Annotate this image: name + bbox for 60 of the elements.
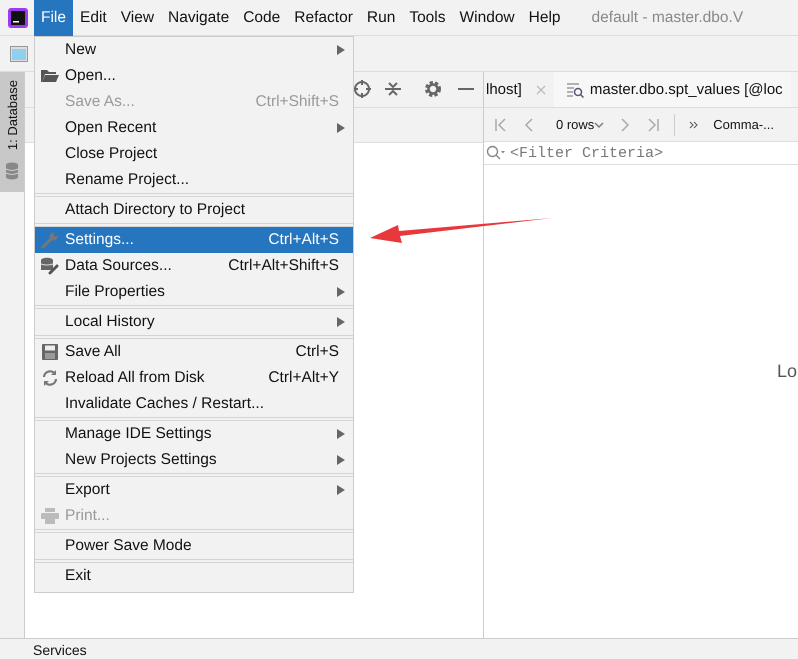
editor-tab[interactable]: master.dbo.spt_values [@loc bbox=[554, 72, 791, 107]
menu-item[interactable]: Refactor bbox=[287, 0, 360, 36]
submenu-arrow-icon bbox=[337, 429, 345, 439]
menu-entry[interactable]: Local History bbox=[35, 309, 353, 335]
menu-item[interactable]: Help bbox=[522, 0, 568, 36]
submenu-arrow-icon bbox=[337, 485, 345, 495]
printer-icon bbox=[41, 508, 59, 524]
crosshair-icon[interactable] bbox=[353, 80, 371, 98]
menu-entry[interactable]: Invalidate Caches / Restart... bbox=[35, 391, 353, 417]
settings-icon[interactable] bbox=[424, 80, 442, 98]
menu-entry[interactable]: Export bbox=[35, 477, 353, 503]
search-icon bbox=[486, 145, 506, 161]
submenu-arrow-icon bbox=[337, 317, 345, 327]
loading-text: Lo bbox=[777, 361, 798, 382]
format-dropdown[interactable]: Comma-... bbox=[713, 117, 774, 132]
collapse-icon[interactable] bbox=[384, 80, 402, 98]
window-title: default - master.dbo.V bbox=[592, 8, 744, 26]
window-icon[interactable] bbox=[10, 46, 28, 62]
menu-entry[interactable]: New Projects Settings bbox=[35, 447, 353, 473]
menu-entry[interactable]: Close Project bbox=[35, 141, 353, 167]
rows-dropdown[interactable]: 0 rows bbox=[556, 117, 594, 132]
database-icon bbox=[5, 162, 19, 180]
menu-item[interactable]: Navigate bbox=[161, 0, 236, 36]
menu-item[interactable]: Code bbox=[236, 0, 288, 36]
menu-entry[interactable]: Save All Ctrl+S bbox=[35, 339, 353, 365]
double-chevron-icon[interactable] bbox=[689, 120, 700, 128]
app-logo-icon bbox=[8, 8, 28, 28]
editor-tab[interactable]: lhost] bbox=[484, 72, 554, 107]
first-page-icon[interactable] bbox=[494, 116, 508, 132]
menu-entry[interactable]: New bbox=[35, 37, 353, 63]
submenu-arrow-icon bbox=[337, 455, 345, 465]
menu-entry[interactable]: Open... bbox=[35, 63, 353, 89]
menu-item[interactable]: File bbox=[34, 0, 73, 36]
chevron-down-icon[interactable] bbox=[594, 120, 604, 128]
menu-entry[interactable]: Attach Directory to Project bbox=[35, 197, 353, 223]
menu-item[interactable]: Window bbox=[452, 0, 522, 36]
menu-entry[interactable]: Power Save Mode bbox=[35, 533, 353, 559]
menu-entry[interactable]: Reload All from Disk Ctrl+Alt+Y bbox=[35, 365, 353, 391]
menu-item[interactable]: Run bbox=[360, 0, 402, 36]
menu-entry[interactable]: Data Sources... Ctrl+Alt+Shift+S bbox=[35, 253, 353, 279]
menu-entry[interactable]: Open Recent bbox=[35, 115, 353, 141]
submenu-arrow-icon bbox=[337, 287, 345, 297]
menu-item[interactable]: Edit bbox=[72, 0, 114, 36]
database-tab[interactable]: 1: Database bbox=[0, 72, 24, 192]
database-wrench-icon bbox=[40, 257, 60, 275]
folder-icon bbox=[41, 69, 59, 83]
reload-icon bbox=[41, 369, 59, 387]
menu-item[interactable]: View bbox=[114, 0, 162, 36]
submenu-arrow-icon bbox=[337, 123, 345, 133]
menu-item[interactable]: Tools bbox=[402, 0, 452, 36]
submenu-arrow-icon bbox=[337, 45, 345, 55]
wrench-icon bbox=[41, 231, 59, 249]
menu-entry[interactable]: Manage IDE Settings bbox=[35, 421, 353, 447]
last-page-icon[interactable] bbox=[646, 116, 660, 132]
menu-entry[interactable]: Exit bbox=[35, 563, 353, 589]
table-search-icon bbox=[566, 82, 584, 98]
menu-entry[interactable]: File Properties bbox=[35, 279, 353, 305]
menu-entry[interactable]: Rename Project... bbox=[35, 167, 353, 193]
menu-entry[interactable]: Settings... Ctrl+Alt+S bbox=[35, 227, 353, 253]
services-tab[interactable]: Services bbox=[33, 642, 87, 658]
